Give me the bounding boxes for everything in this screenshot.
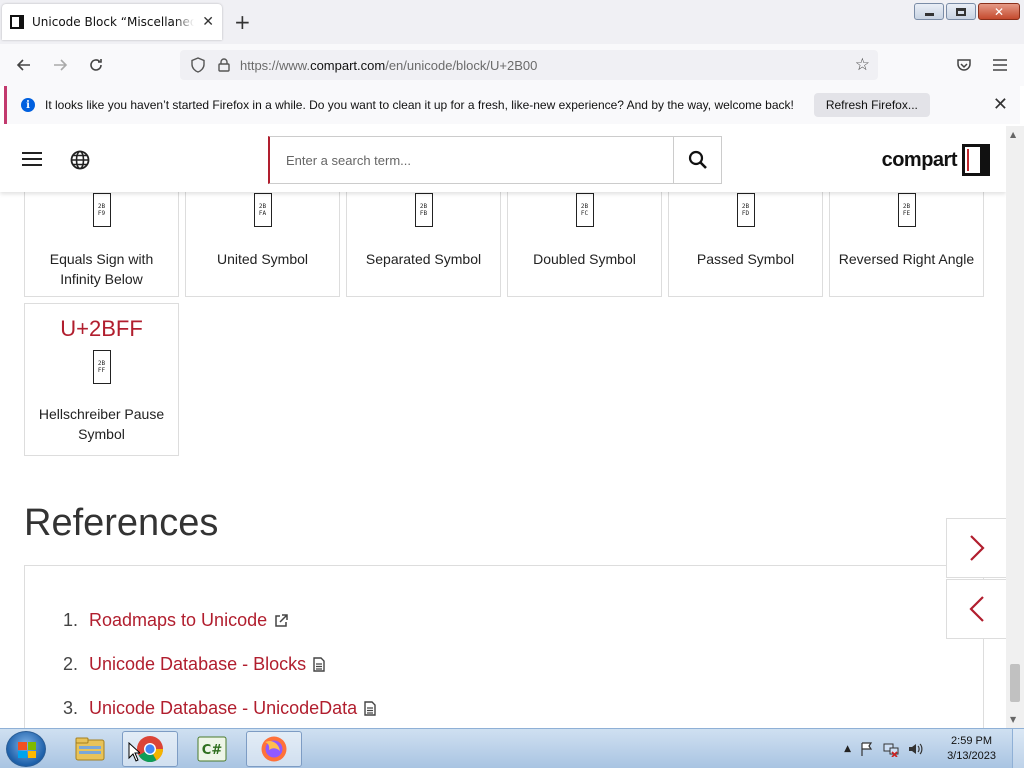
forward-arrow-icon	[54, 59, 68, 71]
tab-strip: Unicode Block “Miscellaneous Symbols and…	[0, 0, 1024, 44]
close-window-button[interactable]: ✕	[978, 3, 1020, 20]
restore-button[interactable]	[946, 3, 976, 20]
clock[interactable]: 2:59 PM 3/13/2023	[947, 734, 996, 764]
start-button[interactable]	[6, 731, 46, 767]
csharp-icon[interactable]: C#	[184, 731, 240, 767]
scroll-up-icon[interactable]: ▲	[1010, 130, 1016, 139]
char-name: Passed Symbol	[696, 251, 795, 267]
references-list: 1. Roadmaps to Unicode 2. Unicode Databa…	[24, 565, 984, 728]
reference-link[interactable]: Unicode Database - UnicodeData	[89, 698, 357, 719]
external-link-icon	[274, 613, 288, 628]
refresh-firefox-button[interactable]: Refresh Firefox...	[813, 93, 930, 117]
search-icon	[688, 150, 707, 169]
site-header: Enter a search term... compart	[0, 126, 1006, 192]
window-controls: ✕	[914, 3, 1020, 20]
firefox-icon[interactable]	[246, 731, 302, 767]
mouse-cursor-icon	[128, 742, 140, 762]
close-notification-icon[interactable]: ✕	[993, 94, 1008, 115]
char-name: United Symbol	[216, 251, 309, 267]
browser-tab[interactable]: Unicode Block “Miscellaneous Symbols and…	[2, 4, 222, 40]
svg-text:C#: C#	[202, 743, 223, 758]
reference-link[interactable]: Roadmaps to Unicode	[89, 610, 267, 631]
char-glyph: 2B FA	[253, 193, 272, 227]
document-icon	[313, 657, 325, 672]
char-name: Reversed Right Angle	[838, 251, 975, 267]
previous-block-button[interactable]	[946, 579, 1008, 639]
clock-date: 3/13/2023	[947, 750, 996, 762]
volume-icon[interactable]	[907, 741, 923, 757]
url-bar[interactable]: https://www.compart.com/en/unicode/block…	[180, 50, 878, 80]
vertical-scrollbar[interactable]: ▲ ▼	[1006, 126, 1024, 728]
back-arrow-icon	[16, 59, 30, 71]
language-globe-icon[interactable]	[70, 150, 90, 174]
windows-logo-icon	[18, 742, 36, 758]
tab-title: Unicode Block “Miscellaneous Symbols and…	[32, 15, 194, 29]
show-hidden-icons[interactable]: ▲	[844, 744, 851, 754]
file-explorer-icon[interactable]	[62, 731, 118, 767]
site-menu-icon[interactable]	[22, 152, 42, 170]
char-glyph: 2B FE	[897, 193, 916, 227]
list-item: 1. Roadmaps to Unicode	[63, 610, 288, 631]
pocket-button[interactable]	[950, 52, 978, 78]
char-glyph: 2B F9	[92, 193, 111, 227]
document-icon	[364, 701, 376, 716]
compart-favicon-icon	[10, 15, 24, 29]
show-desktop-button[interactable]	[1012, 729, 1024, 768]
logo-text: compart	[881, 148, 958, 171]
page-viewport: Enter a search term... compart 2B F9 Equa…	[0, 126, 1024, 728]
compart-logo[interactable]: compart	[882, 144, 990, 176]
windows-taskbar: C# ▲ 2:59 PM 3/13/2023	[0, 728, 1024, 768]
forward-button[interactable]	[46, 52, 74, 78]
system-tray: ▲ 2:59 PM 3/13/2023	[844, 729, 1024, 768]
char-glyph: 2B FC	[575, 193, 594, 227]
chevron-left-icon	[969, 596, 984, 622]
scroll-thumb[interactable]	[1010, 664, 1020, 702]
char-cell[interactable]: U+2BFF 2B FF Hellschreiber Pause Symbol	[24, 303, 179, 456]
back-button[interactable]	[10, 52, 38, 78]
char-glyph: 2B FD	[736, 193, 755, 227]
new-tab-button[interactable]: +	[234, 10, 251, 34]
chevron-right-icon	[970, 535, 985, 561]
char-code[interactable]: U+2BFF	[25, 316, 178, 342]
site-search: Enter a search term...	[268, 136, 722, 184]
char-name: Hellschreiber Pause Symbol	[38, 406, 165, 442]
app-menu-button[interactable]	[986, 52, 1014, 78]
reference-link[interactable]: Unicode Database - Blocks	[89, 654, 306, 675]
bookmark-star-icon[interactable]: ☆	[855, 55, 870, 75]
tracking-shield-icon[interactable]	[188, 57, 208, 73]
list-item: 2. Unicode Database - Blocks	[63, 654, 325, 675]
char-name: Equals Sign with Infinity Below	[49, 251, 154, 287]
lock-icon[interactable]	[214, 58, 234, 72]
char-name: Separated Symbol	[365, 251, 482, 267]
char-glyph: 2B FF	[92, 350, 111, 384]
search-button[interactable]	[673, 137, 721, 183]
hamburger-menu-icon	[993, 59, 1007, 71]
refresh-firefox-notification: i It looks like you haven’t started Fire…	[4, 86, 1020, 124]
minimize-button[interactable]	[914, 3, 944, 20]
action-center-flag-icon[interactable]	[859, 741, 875, 757]
url-text[interactable]: https://www.compart.com/en/unicode/block…	[240, 58, 537, 73]
reload-button[interactable]	[82, 52, 110, 78]
network-icon[interactable]	[883, 741, 899, 757]
char-name: Doubled Symbol	[533, 251, 636, 267]
char-glyph: 2B FB	[414, 193, 433, 227]
tab-close-icon[interactable]: ✕	[202, 14, 214, 30]
info-icon: i	[21, 98, 35, 112]
pocket-icon	[957, 59, 971, 71]
navigation-toolbar: https://www.compart.com/en/unicode/block…	[0, 44, 1024, 86]
search-input[interactable]: Enter a search term...	[270, 137, 673, 183]
next-block-button[interactable]	[946, 518, 1008, 578]
references-heading: References	[24, 502, 219, 544]
scroll-down-icon[interactable]: ▼	[1010, 715, 1016, 724]
reload-icon	[90, 59, 102, 71]
logo-mark-icon	[962, 144, 990, 176]
notification-message: It looks like you haven’t started Firefo…	[45, 98, 794, 112]
list-item: 3. Unicode Database - UnicodeData	[63, 698, 376, 719]
clock-time: 2:59 PM	[951, 735, 993, 747]
